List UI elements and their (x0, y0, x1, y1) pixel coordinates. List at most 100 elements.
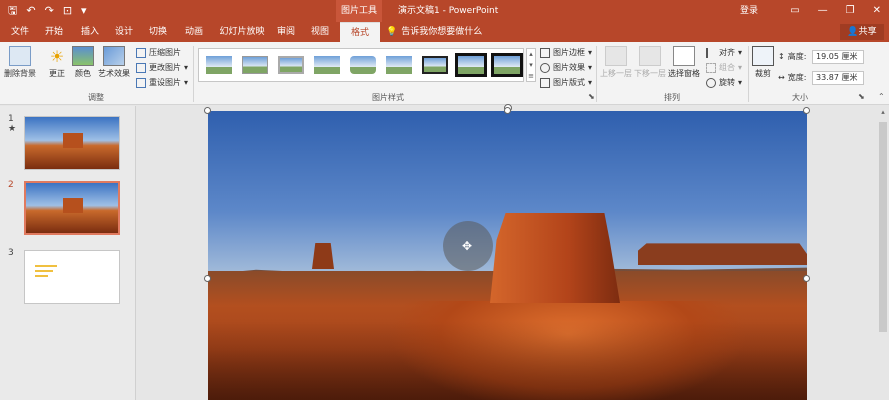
height-input[interactable]: 19.05 厘米 (812, 50, 864, 64)
remove-background-button[interactable]: 删除背景 (4, 46, 36, 79)
tab-home[interactable]: 开始 (40, 22, 68, 42)
picture-style-thumb[interactable] (419, 53, 451, 77)
selected-picture[interactable] (208, 111, 807, 400)
picture-style-thumb[interactable] (491, 53, 523, 77)
tab-review[interactable]: 审阅 (272, 22, 300, 42)
selection-pane-button[interactable]: 选择窗格 (668, 46, 700, 79)
color-button[interactable]: 颜色 (72, 46, 94, 79)
picture-style-thumb[interactable] (203, 53, 235, 77)
tell-me-box[interactable]: 💡 告诉我你想要做什么 (386, 22, 482, 42)
resize-handle-right[interactable] (803, 275, 810, 282)
artistic-effects-button[interactable]: 艺术效果 (98, 46, 130, 79)
rotate-label: 旋转 (719, 78, 735, 87)
tab-view[interactable]: 视图 (306, 22, 334, 42)
restore-icon[interactable]: ❐ (846, 0, 855, 22)
animation-star-icon: ★ (8, 124, 17, 134)
picture-style-thumb[interactable] (311, 53, 343, 77)
bring-forward-button[interactable]: 上移一层 (600, 46, 632, 79)
desert-photo-mini (26, 183, 118, 233)
undo-icon[interactable]: ↶ (26, 4, 35, 18)
picture-style-thumb[interactable] (455, 53, 487, 77)
save-icon[interactable]: 🖫 (8, 4, 17, 18)
start-from-beginning-icon[interactable]: ⊡ (63, 4, 72, 18)
group-icon (706, 62, 716, 73)
mesa-main (490, 213, 620, 303)
picture-style-thumb[interactable] (239, 53, 271, 77)
tab-format[interactable]: 格式 (340, 22, 380, 42)
bring-forward-label: 上移一层 (600, 69, 632, 78)
share-button[interactable]: 👤共享 (840, 24, 884, 40)
change-picture-label: 更改图片 (149, 63, 181, 72)
tab-animations[interactable]: 动画 (180, 22, 208, 42)
picture-style-thumb[interactable] (347, 53, 379, 77)
resize-handle-top[interactable] (504, 107, 511, 114)
slide-thumbnail-3[interactable] (24, 250, 120, 304)
chevron-down-icon: ▾ (738, 63, 743, 72)
tab-transitions[interactable]: 切换 (144, 22, 172, 42)
ribbon-tabs: 文件 开始 插入 设计 切换 动画 幻灯片放映 审阅 视图 格式 💡 告诉我你想… (0, 22, 889, 42)
scroll-up-icon[interactable]: ▴ (879, 108, 887, 116)
chevron-down-icon: ▾ (588, 48, 593, 57)
dialog-launcher-icon[interactable]: ⬊ (858, 92, 865, 101)
reset-picture-icon (136, 77, 146, 88)
align-button[interactable]: 对齐 ▾ (706, 47, 742, 58)
picture-effects-label: 图片效果 (553, 63, 585, 72)
gallery-scroll[interactable]: ▴ ▾ ≡ (526, 48, 536, 82)
tab-file[interactable]: 文件 (6, 22, 34, 42)
chevron-down-icon: ▾ (738, 78, 743, 87)
rotate-icon (706, 77, 716, 88)
crop-label: 裁剪 (755, 69, 771, 78)
group-divider (748, 46, 749, 102)
chevron-down-icon: ▾ (588, 78, 593, 87)
corrections-button[interactable]: ☀ 更正 (46, 46, 68, 79)
change-picture-button[interactable]: 更改图片 ▾ (136, 62, 188, 73)
group-adjust-label: 调整 (88, 93, 104, 102)
slide-thumbnail-1[interactable] (24, 116, 120, 170)
redo-icon[interactable]: ↷ (45, 4, 54, 18)
remove-background-icon (9, 46, 31, 66)
picture-styles-gallery (198, 48, 524, 82)
group-objects-button[interactable]: 组合 ▾ (706, 62, 742, 73)
picture-layout-button[interactable]: 图片版式 ▾ (540, 77, 592, 88)
slide-thumbnail-2[interactable] (24, 181, 120, 235)
minimize-icon[interactable]: — (818, 0, 828, 22)
collapse-ribbon-icon[interactable]: ⌃ (878, 92, 885, 101)
crop-button[interactable]: 裁剪 (752, 46, 774, 79)
ribbon-display-options-icon[interactable]: ▭ (790, 0, 799, 22)
send-backward-button[interactable]: 下移一层 (634, 46, 666, 79)
customize-icon[interactable]: ▾ (81, 4, 87, 18)
picture-tools-label: 图片工具 (336, 0, 382, 22)
resize-handle-top-left[interactable] (204, 107, 211, 114)
compress-pictures-button[interactable]: 压缩图片 (136, 47, 181, 58)
picture-style-thumb[interactable] (275, 53, 307, 77)
picture-border-button[interactable]: 图片边框 ▾ (540, 47, 592, 58)
picture-border-icon (540, 47, 550, 58)
picture-layout-label: 图片版式 (553, 78, 585, 87)
move-cursor-icon: ✥ (462, 239, 473, 253)
color-label: 颜色 (75, 69, 91, 78)
align-icon (706, 47, 716, 58)
picture-layout-icon (540, 77, 550, 88)
bring-forward-icon (605, 46, 627, 66)
picture-effects-button[interactable]: 图片效果 ▾ (540, 62, 592, 73)
tab-insert[interactable]: 插入 (76, 22, 104, 42)
resize-handle-left[interactable] (204, 275, 211, 282)
scrollbar-thumb[interactable] (879, 122, 887, 332)
login-link[interactable]: 登录 (740, 0, 758, 22)
document-title: 演示文稿1 - PowerPoint (398, 6, 499, 16)
send-backward-icon (639, 46, 661, 66)
resize-handle-top-right[interactable] (803, 107, 810, 114)
desert-photo-mini (25, 117, 119, 169)
reset-picture-button[interactable]: 重设图片 ▾ (136, 77, 188, 88)
vertical-scrollbar[interactable]: ▴ (877, 106, 889, 400)
tab-slideshow[interactable]: 幻灯片放映 (214, 22, 270, 42)
group-size-label: 大小 (792, 93, 808, 102)
width-input[interactable]: 33.87 厘米 (812, 71, 864, 85)
rotate-button[interactable]: 旋转 ▾ (706, 77, 742, 88)
tab-design[interactable]: 设计 (110, 22, 138, 42)
close-icon[interactable]: ✕ (873, 0, 881, 22)
picture-style-thumb[interactable] (383, 53, 415, 77)
tell-me-text: 告诉我你想要做什么 (401, 27, 483, 37)
dialog-launcher-icon[interactable]: ⬊ (588, 92, 595, 101)
change-picture-icon (136, 62, 146, 73)
